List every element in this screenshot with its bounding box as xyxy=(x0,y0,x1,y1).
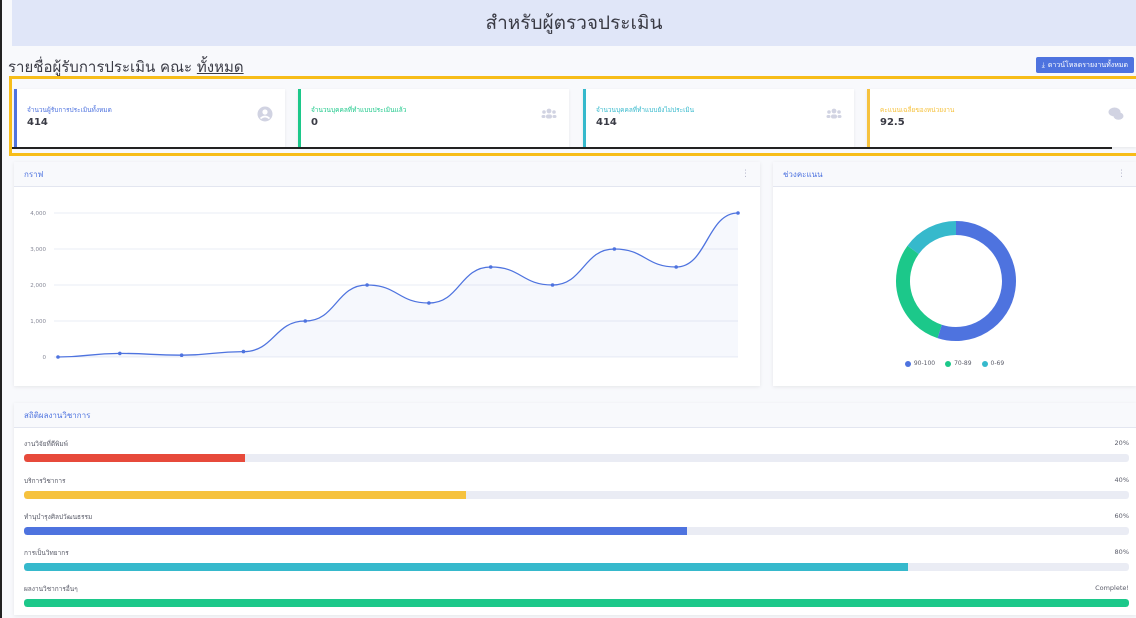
donut-chart xyxy=(896,221,1016,341)
progress-percent: 40% xyxy=(1114,476,1129,484)
progress-label: ผลงานวิชาการอื่นๆ xyxy=(24,585,78,593)
legend-label: 70-89 xyxy=(954,360,972,367)
y-tick-label: 3,000 xyxy=(30,247,46,253)
graph-panel: กราฟ ⋮ 0 1,000 2,000 3,000 4,000 xyxy=(14,162,760,386)
progress-percent: Complete! xyxy=(1095,584,1129,592)
y-tick-label: 2,000 xyxy=(30,283,46,289)
download-button-label: ดาวน์โหลดรายงานทั้งหมด xyxy=(1047,60,1128,69)
y-tick-label: 1,000 xyxy=(30,319,46,325)
download-icon: ⤓ xyxy=(1041,60,1045,69)
line-point xyxy=(241,349,246,354)
line-point xyxy=(179,353,184,357)
card-label: จำนวนบุคคลที่ทำแบบยังไม่ประเมิน xyxy=(596,106,695,114)
card-average-score: คะแนนเฉลี่ยของหน่วยงาน 92.5 xyxy=(867,89,1136,147)
line-point xyxy=(303,319,308,323)
line-point xyxy=(56,355,60,359)
progress-percent: 20% xyxy=(1114,439,1129,447)
more-options-icon[interactable]: ⋮ xyxy=(741,169,750,179)
card-not-evaluated: จำนวนบุคคลที่ทำแบบยังไม่ประเมิน 414 xyxy=(583,89,854,147)
line-point xyxy=(427,301,431,305)
line-chart: 0 1,000 2,000 3,000 4,000 xyxy=(30,211,740,361)
score-panel-header: ช่วงคะแนน ⋮ xyxy=(773,162,1136,187)
graph-panel-title: กราฟ xyxy=(24,169,44,179)
score-range-panel: ช่วงคะแนน ⋮ 90-100 70-89 0-69 xyxy=(773,162,1136,386)
score-panel-title: ช่วงคะแนน xyxy=(783,169,823,179)
graph-panel-header: กราฟ ⋮ xyxy=(14,162,760,187)
divider-line xyxy=(12,147,1112,149)
summary-cards: จำนวนผู้รับการประเมินทั้งหมด 414 จำนวนบุ… xyxy=(14,89,1136,147)
line-point xyxy=(365,283,369,287)
progress-percent: 80% xyxy=(1114,548,1129,556)
more-options-icon[interactable]: ⋮ xyxy=(1117,169,1126,179)
legend-item: 0-69 xyxy=(981,360,1005,367)
card-value: 92.5 xyxy=(880,117,905,128)
y-tick-label: 4,000 xyxy=(30,211,46,217)
progress-fill xyxy=(24,599,1129,607)
comments-icon xyxy=(1108,107,1124,120)
line-point xyxy=(736,211,740,215)
subtitle-text: รายชื่อผู้รับการประเมิน คณะ xyxy=(8,58,193,76)
card-evaluated: จำนวนบุคคลที่ทำแบบประเมินแล้ว 0 xyxy=(298,89,569,147)
progress-fill xyxy=(24,563,908,571)
progress-track xyxy=(24,491,1129,499)
card-value: 414 xyxy=(27,117,48,128)
users-icon xyxy=(826,108,842,119)
progress-track xyxy=(24,454,1129,462)
download-report-button[interactable]: ⤓ ดาวน์โหลดรายงานทั้งหมด xyxy=(1035,57,1134,73)
legend-label: 90-100 xyxy=(913,360,936,367)
progress-fill xyxy=(24,527,687,535)
progress-fill xyxy=(24,454,245,462)
user-circle-icon xyxy=(257,106,273,122)
card-value: 414 xyxy=(596,117,617,128)
progress-track xyxy=(24,599,1129,607)
progress-track xyxy=(24,563,1129,571)
line-point xyxy=(550,283,555,287)
stats-panel-title: สถิติผลงานวิชาการ xyxy=(24,410,91,420)
page-title: สำหรับผู้ตรวจประเมิน xyxy=(485,12,663,34)
line-point xyxy=(488,265,493,269)
legend-item: 70-89 xyxy=(945,360,972,367)
line-point xyxy=(674,265,678,269)
stats-panel-header: สถิติผลงานวิชาการ xyxy=(14,403,1136,428)
progress-track xyxy=(24,527,1129,535)
faculty-filter-link[interactable]: ทั้งหมด xyxy=(197,58,244,76)
line-point xyxy=(612,247,617,251)
legend-label: 0-69 xyxy=(990,360,1005,367)
card-label: จำนวนผู้รับการประเมินทั้งหมด xyxy=(27,106,112,114)
card-value: 0 xyxy=(311,117,318,128)
card-label: จำนวนบุคคลที่ทำแบบประเมินแล้ว xyxy=(311,106,407,114)
line-point xyxy=(118,351,122,356)
progress-fill xyxy=(24,491,466,499)
legend-item: 90-100 xyxy=(904,360,936,367)
donut-slice xyxy=(937,221,1016,341)
donut-legend: 90-100 70-89 0-69 xyxy=(773,360,1136,367)
progress-label: งานวิจัยที่ตีพิมพ์ xyxy=(24,440,68,448)
users-icon xyxy=(541,108,557,119)
donut-slice xyxy=(907,221,957,255)
card-total-evaluatees: จำนวนผู้รับการประเมินทั้งหมด 414 xyxy=(14,89,285,147)
progress-label: ทำนุบำรุงศิลปวัฒนธรรม xyxy=(24,513,93,521)
donut-slice xyxy=(896,245,943,339)
progress-percent: 60% xyxy=(1114,512,1129,520)
progress-label: บริการวิชาการ xyxy=(24,477,66,485)
card-label: คะแนนเฉลี่ยของหน่วยงาน xyxy=(880,106,955,114)
progress-label: การเป็นวิทยากร xyxy=(24,549,69,557)
page-header: สำหรับผู้ตรวจประเมิน xyxy=(12,0,1136,46)
y-tick-label: 0 xyxy=(43,355,47,361)
academic-stats-panel: สถิติผลงานวิชาการ งานวิจัยที่ตีพิมพ์ 20%… xyxy=(14,403,1136,615)
